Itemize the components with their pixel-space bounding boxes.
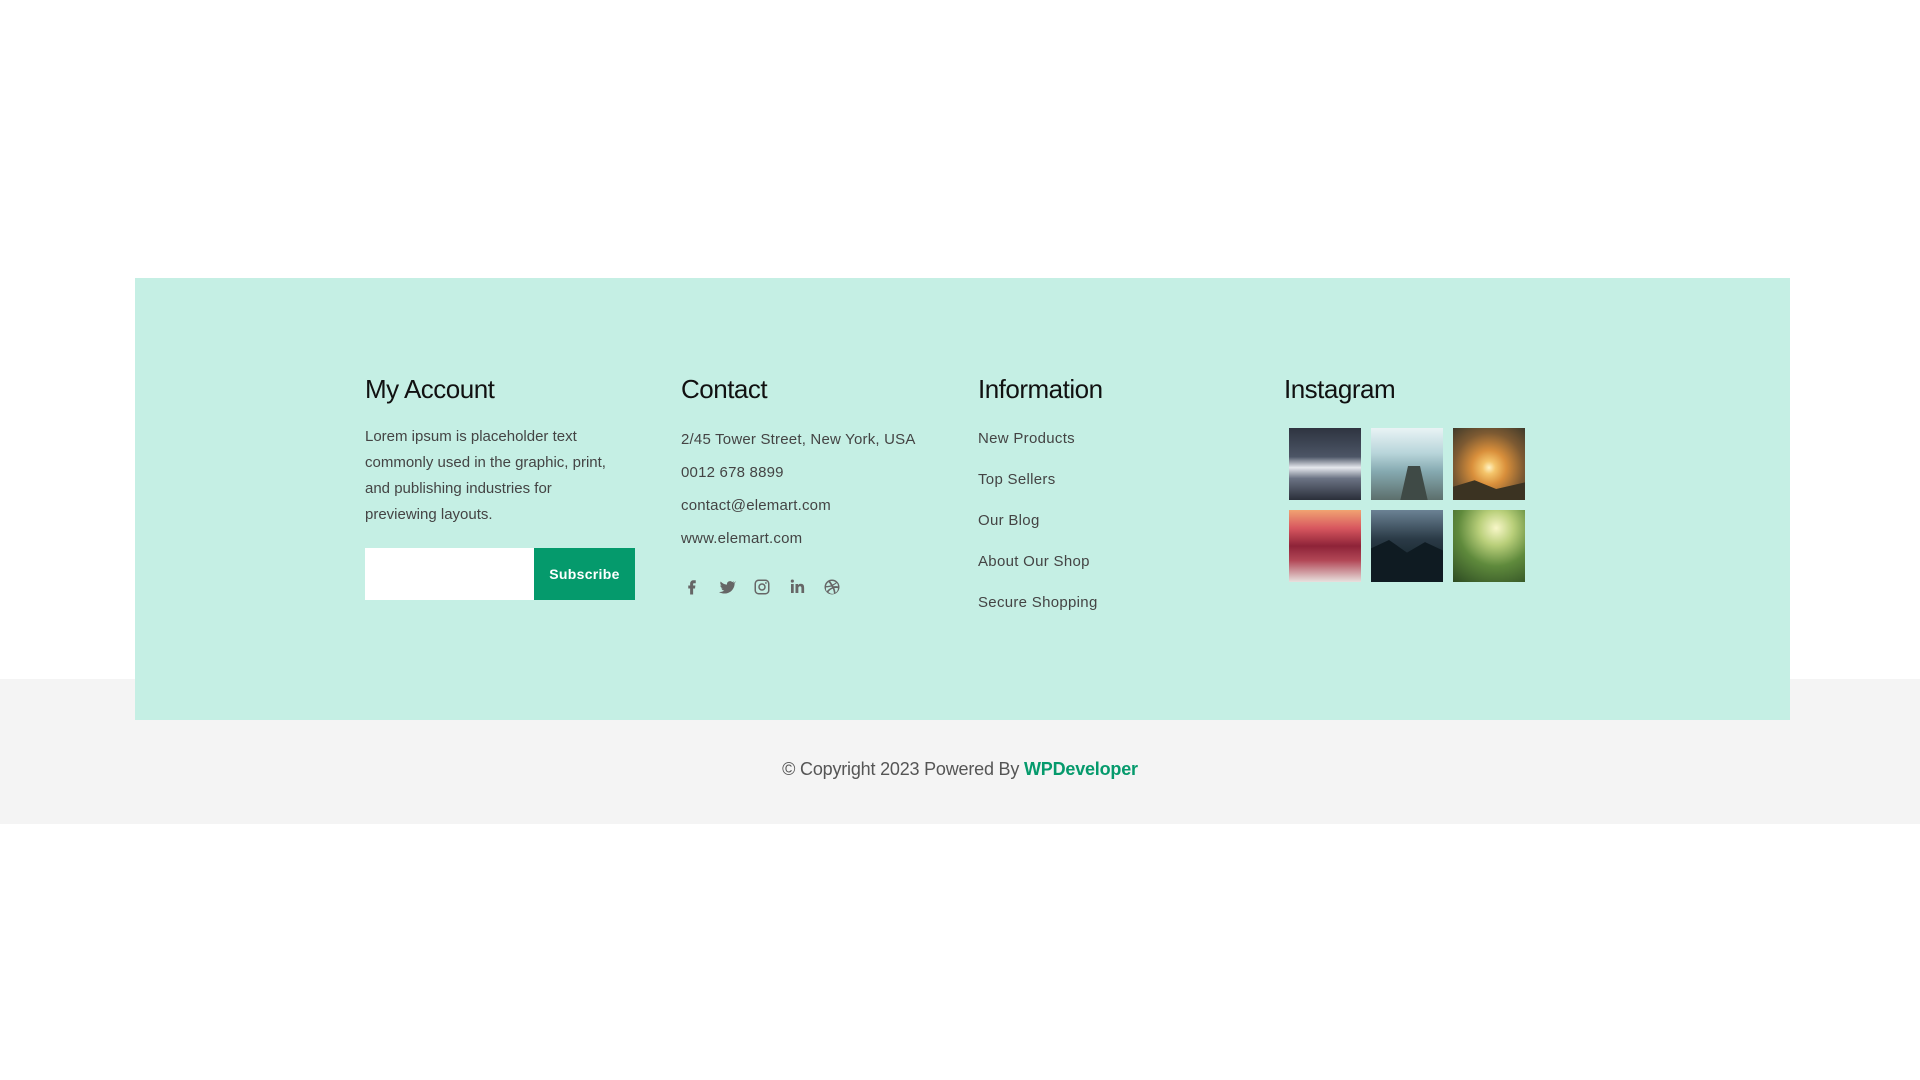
information-links: New Products Top Sellers Our Blog About … [978,418,1238,623]
info-link-secure-shopping[interactable]: Secure Shopping [978,582,1238,623]
information-column: Information New Products Top Sellers Our… [978,372,1238,623]
dark-mountain-lake-photo[interactable] [1371,510,1443,582]
copyright-text: © Copyright 2023 Powered By [782,759,1020,779]
contact-email: contact@elemart.com [681,497,831,514]
info-link-our-blog[interactable]: Our Blog [978,500,1238,541]
social-links [681,576,961,598]
info-link-about-our-shop[interactable]: About Our Shop [978,541,1238,582]
contact-title: Contact [681,374,768,404]
contact-website: www.elemart.com [681,530,803,547]
copyright: © Copyright 2023 Powered By WPDeveloper [0,759,1920,780]
contact-column: Contact 2/45 Tower Street, New York, USA… [681,372,961,598]
instagram-title: Instagram [1284,374,1396,404]
information-title: Information [978,374,1103,404]
instagram-column: Instagram [1284,372,1544,582]
my-account-title: My Account [365,374,495,404]
instagram-gallery [1289,428,1544,582]
info-link-new-products[interactable]: New Products [978,418,1238,459]
contact-list: 2/45 Tower Street, New York, USA 0012 67… [681,423,961,555]
facebook-icon[interactable] [681,576,703,598]
contact-phone: 0012 678 8899 [681,464,784,481]
red-beach-sunset-photo[interactable] [1289,510,1361,582]
my-account-description: Lorem ipsum is placeholder text commonly… [365,428,606,523]
sunlit-forest-photo[interactable] [1453,510,1525,582]
linkedin-icon[interactable] [786,576,808,598]
dribbble-icon[interactable] [821,576,843,598]
my-account-column: My Account Lorem ipsum is placeholder te… [365,372,645,600]
hiker-on-cliff-photo[interactable] [1371,428,1443,500]
info-link-top-sellers[interactable]: Top Sellers [978,459,1238,500]
subscribe-email-input[interactable] [365,548,534,600]
twitter-icon[interactable] [716,576,738,598]
wpdeveloper-link[interactable]: WPDeveloper [1024,759,1138,779]
contact-address: 2/45 Tower Street, New York, USA [681,431,916,448]
subscribe-form: Subscribe [365,548,645,600]
instagram-icon[interactable] [751,576,773,598]
sunset-over-hills-photo[interactable] [1453,428,1525,500]
subscribe-button[interactable]: Subscribe [534,548,635,600]
snowy-mountain-photo[interactable] [1289,428,1361,500]
